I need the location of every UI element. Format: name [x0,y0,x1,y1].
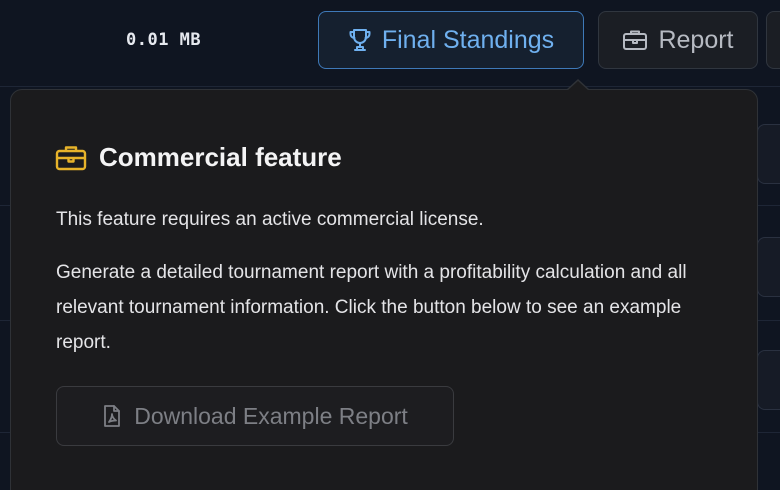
file-size-label: 0.01 MB [126,30,202,50]
popover-title: Commercial feature [55,142,342,173]
toolbar-extra-button[interactable] [766,11,780,69]
report-label: Report [658,25,734,54]
table-row-divider [0,86,780,87]
popover-title-text: Commercial feature [99,142,342,172]
briefcase-icon [55,144,87,172]
trophy-icon [348,27,372,53]
pdf-file-icon [102,404,122,428]
tournament-page: 0.01 MB Final Standings Report Commercia… [0,0,780,490]
download-example-report-button[interactable]: Download Example Report [56,386,454,446]
final-standings-button[interactable]: Final Standings [318,11,584,69]
commercial-feature-popover: Commercial feature This feature requires… [10,89,758,490]
row-action-button[interactable] [757,237,780,297]
row-action-button[interactable] [757,350,780,410]
briefcase-icon [622,28,648,52]
popover-arrow-fill [567,81,589,91]
feature-description: Generate a detailed tournament report wi… [56,262,687,353]
row-action-button[interactable] [757,124,780,184]
download-button-label: Download Example Report [134,402,408,429]
final-standings-label: Final Standings [381,25,555,54]
report-button[interactable]: Report [598,11,758,69]
license-notice: This feature requires an active commerci… [56,209,484,230]
